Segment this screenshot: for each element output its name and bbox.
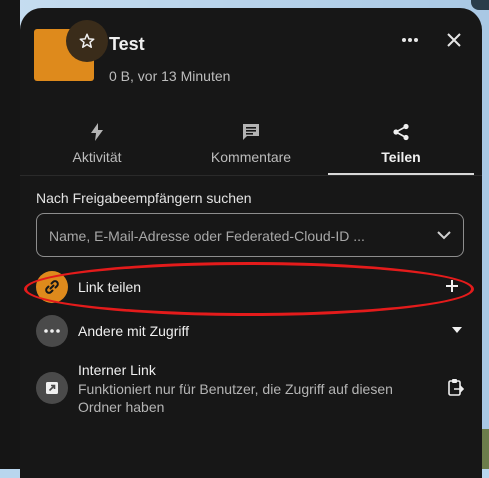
copy-internal-link-button[interactable] (446, 376, 466, 398)
caret-down-icon (452, 327, 462, 333)
more-horizontal-icon (44, 329, 60, 333)
file-title: Test (109, 34, 145, 54)
sharee-search-input[interactable] (47, 214, 431, 258)
search-label: Nach Freigabeempfängern suchen (36, 190, 252, 206)
active-tab-indicator (328, 173, 474, 175)
tab-divider (20, 175, 482, 176)
tab-bar: Aktivität Kommentare Teilen (20, 113, 482, 175)
tab-sharing[interactable]: Teilen (328, 113, 474, 175)
more-actions-button[interactable] (398, 30, 422, 50)
comment-icon (243, 124, 259, 140)
close-icon (447, 33, 461, 47)
tab-comments-label: Kommentare (210, 149, 292, 165)
others-with-access-label: Andere mit Zugriff (78, 323, 190, 339)
external-link-icon (46, 382, 58, 394)
star-icon (79, 33, 95, 48)
background-decoration (471, 0, 489, 10)
annotation-highlight-ellipse (24, 262, 474, 316)
internal-link-description: Funktioniert nur für Benutzer, die Zugri… (78, 381, 393, 415)
internal-link-title: Interner Link (78, 362, 156, 378)
sidebar-panel: Test 0 B, vor 13 Minuten Aktivität Komme… (20, 8, 482, 478)
tab-sharing-label: Teilen (381, 149, 421, 165)
expand-others-toggle[interactable] (450, 325, 464, 335)
more-icon-badge (36, 315, 68, 347)
clipboard-icon (448, 379, 464, 396)
share-icon (393, 123, 409, 141)
app-content-edge (0, 0, 20, 469)
external-link-icon-badge (36, 372, 68, 404)
tab-activity[interactable]: Aktivität (20, 113, 174, 175)
internal-link-row: Interner Link Funktioniert nur für Benut… (34, 362, 468, 418)
lightning-icon (91, 123, 103, 141)
more-horizontal-icon (402, 38, 418, 42)
search-dropdown-toggle[interactable] (435, 226, 453, 244)
tab-comments[interactable]: Kommentare (174, 113, 328, 175)
chevron-down-icon (437, 230, 451, 239)
sharee-search-box[interactable] (36, 213, 464, 258)
tab-activity-label: Aktivität (72, 149, 122, 165)
close-button[interactable] (442, 28, 466, 52)
file-subtitle: 0 B, vor 13 Minuten (109, 68, 231, 84)
favorite-button[interactable] (66, 20, 108, 62)
others-with-access-row[interactable]: Andere mit Zugriff (34, 314, 468, 348)
